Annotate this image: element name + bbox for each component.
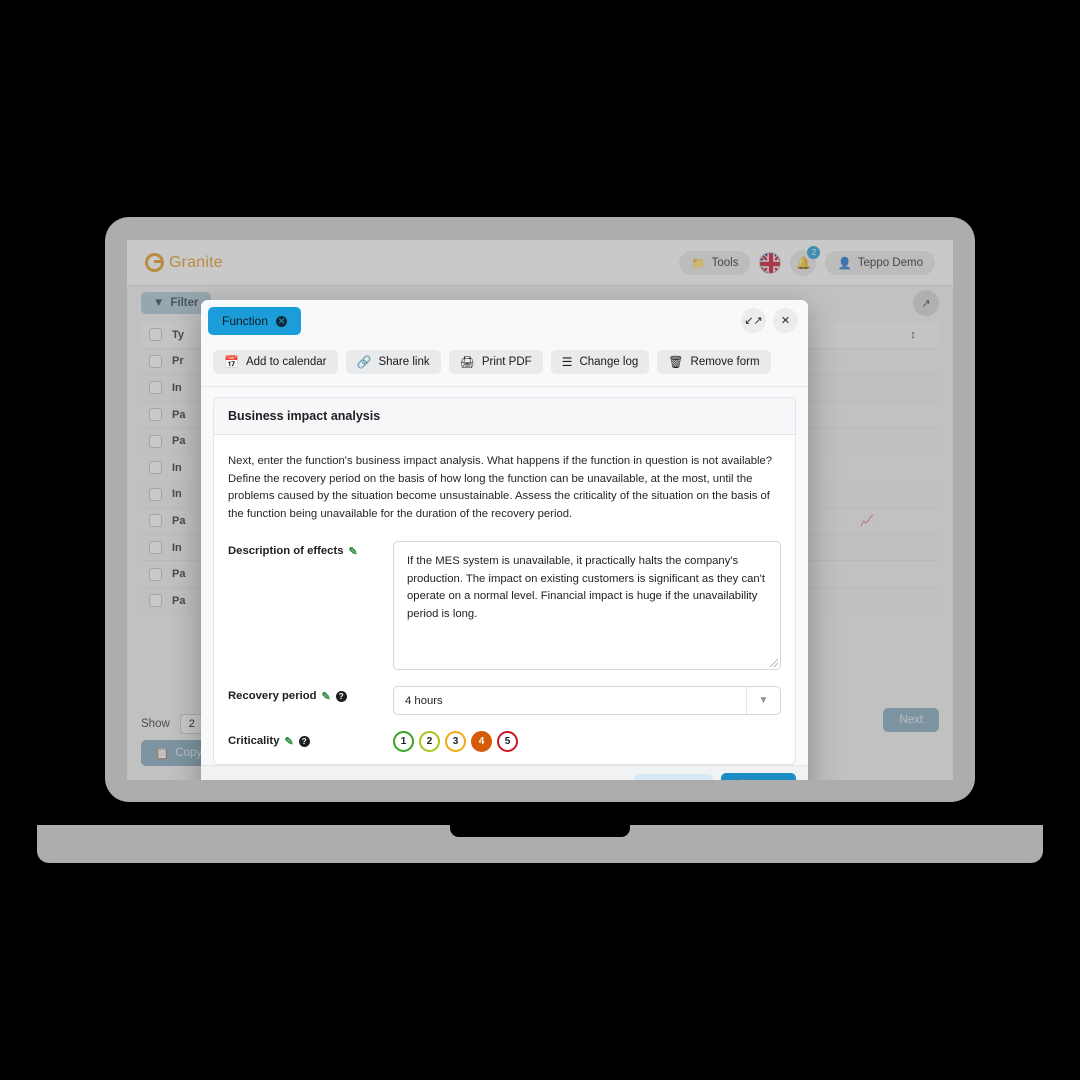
field-description-of-effects: Description of effects ✎ If the MES syst… (228, 541, 781, 670)
laptop-mockup: Granite 📁 Tools 🔔 2 👤 Teppo Demo ▼ Filte… (0, 0, 1080, 1080)
tab-function-label: Function (222, 314, 269, 328)
criticality-label-group: Criticality ✎ ? (228, 731, 393, 752)
trash-icon: 🗑 (668, 355, 684, 369)
help-icon[interactable]: ? (298, 736, 310, 747)
criticality-option-2[interactable]: 2 (419, 731, 440, 752)
cancel-button[interactable]: ✕ Cancel (633, 773, 714, 781)
field-criticality: Criticality ✎ ? 12345 (228, 731, 781, 752)
button-label: Print PDF (481, 356, 532, 368)
button-label: Remove form (690, 356, 760, 368)
laptop-screen: Granite 📁 Tools 🔔 2 👤 Teppo Demo ▼ Filte… (127, 240, 953, 780)
description-of-effects-label-group: Description of effects ✎ (228, 541, 393, 670)
recovery-period-label-group: Recovery period ✎ ? (228, 686, 393, 715)
description-of-effects-value: If the MES system is unavailable, it pra… (407, 555, 765, 620)
save-button[interactable]: 💾 Save (721, 772, 796, 781)
description-of-effects-textarea[interactable]: If the MES system is unavailable, it pra… (393, 541, 781, 670)
change-log-button[interactable]: ☰ Change log (550, 350, 650, 374)
print-pdf-button[interactable]: 🖨 Print PDF (448, 350, 543, 374)
printer-icon: 🖨 (459, 355, 475, 369)
laptop-notch (450, 825, 630, 837)
button-label: Add to calendar (245, 356, 327, 368)
modal-toolbar: 📅 Add to calendar 🔗 Share link 🖨 Print PDF ☰ Ch… (201, 346, 808, 387)
link-icon: 🔗 (356, 355, 372, 369)
function-modal: Function ✕ ↙↗ ✕ 📅 Add to calendar 🔗 Share l… (201, 300, 808, 780)
modal-body: Business impact analysis Next, enter the… (201, 387, 808, 765)
form-card-title: Business impact analysis (214, 398, 795, 435)
description-of-effects-label: Description of effects (228, 545, 344, 557)
criticality-option-1[interactable]: 1 (393, 731, 414, 752)
resize-handle-icon[interactable] (770, 659, 778, 667)
criticality-option-4[interactable]: 4 (471, 731, 492, 752)
tab-function[interactable]: Function ✕ (208, 307, 302, 335)
field-recovery-period: Recovery period ✎ ? 4 hours ▼ (228, 686, 781, 715)
remove-form-button[interactable]: 🗑 Remove form (657, 350, 771, 374)
save-disk-icon: 💾 (735, 779, 749, 781)
tab-close-icon[interactable]: ✕ (276, 315, 288, 327)
save-label: Save (756, 780, 782, 781)
recovery-period-value: 4 hours (405, 694, 443, 707)
modal-header: Function ✕ ↙↗ ✕ (201, 300, 808, 346)
button-label: Change log (579, 356, 639, 368)
criticality-label: Criticality (228, 735, 280, 747)
modal-footer: ✕ Cancel 💾 Save (201, 765, 808, 780)
share-link-button[interactable]: 🔗 Share link (345, 350, 441, 374)
edit-icon[interactable]: ✎ (284, 735, 293, 748)
edit-icon[interactable]: ✎ (349, 545, 358, 558)
edit-icon[interactable]: ✎ (322, 690, 331, 703)
button-label: Share link (378, 356, 430, 368)
cancel-label: Cancel (665, 780, 701, 781)
form-card-body: Next, enter the function's business impa… (214, 435, 795, 752)
chevron-down-icon[interactable]: ▼ (746, 687, 780, 714)
recovery-period-label: Recovery period (228, 690, 317, 702)
recovery-period-select[interactable]: 4 hours ▼ (393, 686, 781, 715)
expand-icon[interactable]: ↙↗ (741, 308, 766, 333)
list-icon: ☰ (561, 355, 573, 369)
calendar-icon: 📅 (224, 355, 239, 369)
form-card: Business impact analysis Next, enter the… (213, 397, 796, 765)
close-icon[interactable]: ✕ (773, 308, 798, 333)
criticality-option-5[interactable]: 5 (497, 731, 518, 752)
cancel-icon: ✕ (646, 779, 659, 780)
criticality-option-3[interactable]: 3 (445, 731, 466, 752)
intro-text: Next, enter the function's business impa… (228, 455, 773, 520)
add-to-calendar-button[interactable]: 📅 Add to calendar (213, 350, 338, 374)
modal-header-actions: ↙↗ ✕ (741, 308, 798, 333)
help-icon[interactable]: ? (335, 691, 347, 702)
criticality-scale: 12345 (393, 731, 781, 752)
